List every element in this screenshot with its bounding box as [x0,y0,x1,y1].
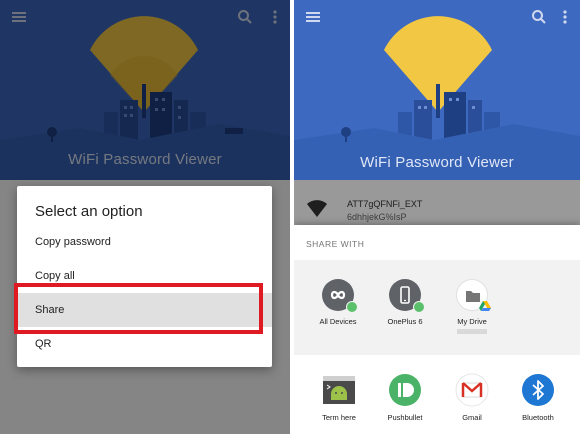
dialog-title: Select an option [35,203,143,220]
menu-icon[interactable] [304,8,322,26]
infinity-icon [322,279,358,313]
app-title: WiFi Password Viewer [360,154,514,171]
share-sheet: SHARE WITH All Devices OnePlus 6 My Driv… [294,225,580,434]
app-pushbullet[interactable]: Pushbullet [373,373,437,422]
sheet-scrim[interactable] [294,180,580,225]
city-wifi-illustration [294,16,580,180]
direct-share-row: All Devices OnePlus 6 My Drive [294,260,580,355]
pushbullet-badge [413,301,425,313]
app-bluetooth[interactable]: Bluetooth [506,373,570,422]
target-all-devices[interactable]: All Devices [308,279,368,326]
app-gmail[interactable]: Gmail [440,373,504,422]
redacted-account [457,329,487,334]
terminal-android-icon [322,373,356,407]
target-label: OnePlus 6 [387,317,423,326]
target-label: My Drive [457,317,487,326]
option-copy-password[interactable]: Copy password [17,225,272,259]
share-header: SHARE WITH [306,239,365,249]
app-term-here[interactable]: Term here [307,373,371,422]
target-my-drive[interactable]: My Drive [442,279,502,334]
gmail-icon [455,373,489,407]
google-drive-badge-icon [479,301,491,311]
share-highlight-box [14,283,263,334]
phone-icon [389,279,425,313]
app-label: Pushbullet [387,413,423,422]
folder-icon [456,279,491,311]
more-vert-icon[interactable] [556,8,574,26]
pushbullet-badge [346,301,358,313]
app-label: Term here [322,413,356,422]
target-oneplus-6[interactable]: OnePlus 6 [375,279,435,326]
app-label: Bluetooth [522,413,554,422]
search-icon[interactable] [530,8,548,26]
hero-banner: WiFi Password Viewer [294,0,580,180]
app-label: Gmail [462,413,482,422]
bluetooth-icon [521,373,555,407]
target-label: All Devices [319,317,357,326]
select-option-dialog: Select an option Copy password Copy all … [17,186,272,367]
left-screen: WiFi Password Viewer Select an option Co… [0,0,290,434]
right-screen: WiFi Password Viewer ATT7gQFNFi_EXT 6dhh… [294,0,580,434]
pushbullet-icon [388,373,422,407]
